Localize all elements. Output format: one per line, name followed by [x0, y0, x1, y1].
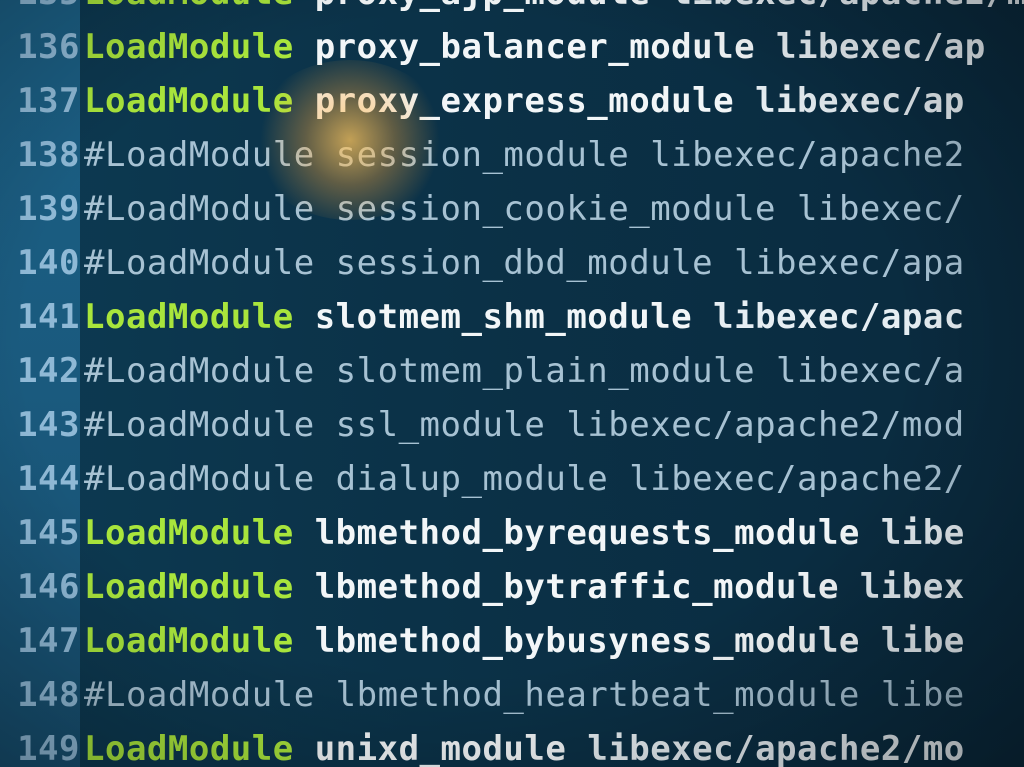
- code-line[interactable]: 149 LoadModule unixd_module libexec/apach…: [0, 722, 1024, 767]
- directive-keyword: LoadModule: [84, 81, 294, 121]
- module-path: libexec/apache2: [650, 135, 965, 175]
- code-line[interactable]: 141 LoadModule slotmem_shm_module libexec…: [0, 290, 1024, 344]
- code-line[interactable]: 139 #LoadModule session_cookie_module lib…: [0, 182, 1024, 236]
- module-path: libex: [859, 567, 965, 607]
- module-name: unixd_module: [314, 729, 567, 767]
- line-content: LoadModule proxy_ajp_module libexec/apac…: [84, 0, 1024, 20]
- line-content: #LoadModule lbmethod_heartbeat_module li…: [84, 668, 965, 722]
- directive-keyword: #LoadModule: [84, 405, 315, 445]
- module-path: libexec/apache2/mod_proxy_ajp.so: [671, 0, 1024, 13]
- line-content: LoadModule proxy_balancer_module libexec…: [84, 20, 986, 74]
- code-line[interactable]: 144 #LoadModule dialup_module libexec/apa…: [0, 452, 1024, 506]
- line-content: #LoadModule slotmem_plain_module libexec…: [84, 344, 965, 398]
- directive-keyword: LoadModule: [84, 513, 294, 553]
- line-number: 135: [0, 0, 80, 20]
- module-name: proxy_ajp_module: [315, 0, 651, 13]
- line-number: 136: [17, 27, 80, 67]
- code-editor-screen: 135LoadModule proxy_ajp_module libexec/a…: [0, 0, 1024, 767]
- directive-keyword: LoadModule: [84, 567, 294, 607]
- module-name: lbmethod_bybusyness_module: [314, 621, 860, 661]
- line-content: #LoadModule session_cookie_module libexe…: [84, 182, 965, 236]
- module-name: session_module: [335, 135, 630, 175]
- module-path: libexec/ap: [755, 81, 965, 121]
- line-number: 137: [17, 81, 80, 121]
- module-name: slotmem_shm_module: [314, 297, 693, 337]
- line-number: 138: [17, 135, 80, 175]
- module-name: lbmethod_byrequests_module: [314, 513, 860, 553]
- module-path: libexec/apache2/: [629, 459, 965, 499]
- code-lines: 135LoadModule proxy_ajp_module libexec/a…: [0, 0, 1024, 767]
- directive-keyword: LoadModule: [84, 0, 294, 13]
- line-number: 140: [17, 243, 80, 283]
- module-name: ssl_module: [335, 405, 546, 445]
- directive-keyword: LoadModule: [84, 729, 294, 767]
- code-line[interactable]: 138 #LoadModule session_module libexec/ap…: [0, 128, 1024, 182]
- module-path: libexec/ap: [776, 27, 986, 67]
- line-number: 149: [17, 729, 80, 767]
- code-line[interactable]: 147 LoadModule lbmethod_bybusyness_module…: [0, 614, 1024, 668]
- module-path: libe: [880, 621, 965, 661]
- line-content: #LoadModule session_dbd_module libexec/a…: [84, 236, 965, 290]
- code-line[interactable]: 146 LoadModule lbmethod_bytraffic_module …: [0, 560, 1024, 614]
- code-line[interactable]: 135LoadModule proxy_ajp_module libexec/a…: [0, 0, 1024, 20]
- module-path: libexec/apache2/mod: [566, 405, 965, 445]
- line-content: LoadModule lbmethod_byrequests_module li…: [84, 506, 965, 560]
- line-number: 145: [17, 513, 80, 553]
- line-content: #LoadModule session_module libexec/apach…: [84, 128, 965, 182]
- code-line[interactable]: 148 #LoadModule lbmethod_heartbeat_module…: [0, 668, 1024, 722]
- module-name: proxy_balancer_module: [314, 27, 756, 67]
- directive-keyword: #LoadModule: [84, 459, 315, 499]
- code-line[interactable]: 145 LoadModule lbmethod_byrequests_module…: [0, 506, 1024, 560]
- module-name: lbmethod_bytraffic_module: [314, 567, 839, 607]
- line-content: LoadModule slotmem_shm_module libexec/ap…: [84, 290, 965, 344]
- directive-keyword: #LoadModule: [84, 243, 315, 283]
- line-content: LoadModule lbmethod_bytraffic_module lib…: [84, 560, 965, 614]
- line-number: 139: [17, 189, 80, 229]
- directive-keyword: LoadModule: [84, 27, 294, 67]
- code-line[interactable]: 140 #LoadModule session_dbd_module libexe…: [0, 236, 1024, 290]
- line-number: 143: [17, 405, 80, 445]
- directive-keyword: #LoadModule: [84, 351, 315, 391]
- module-path: libexec/apa: [734, 243, 965, 283]
- module-path: libe: [880, 675, 965, 715]
- module-path: libexec/: [797, 189, 965, 229]
- module-name: proxy_express_module: [314, 81, 735, 121]
- directive-keyword: #LoadModule: [84, 189, 315, 229]
- directive-keyword: LoadModule: [84, 621, 294, 661]
- module-path: libexec/apache2/mo: [587, 729, 965, 767]
- line-number: 144: [17, 459, 80, 499]
- code-line[interactable]: 136 LoadModule proxy_balancer_module libe…: [0, 20, 1024, 74]
- code-line[interactable]: 142 #LoadModule slotmem_plain_module libe…: [0, 344, 1024, 398]
- line-number: 148: [17, 675, 80, 715]
- module-name: session_cookie_module: [335, 189, 777, 229]
- module-name: slotmem_plain_module: [335, 351, 756, 391]
- line-number: 146: [17, 567, 80, 607]
- line-content: LoadModule proxy_express_module libexec/…: [84, 74, 965, 128]
- module-name: session_dbd_module: [335, 243, 714, 283]
- directive-keyword: #LoadModule: [84, 135, 315, 175]
- line-number: 141: [17, 297, 80, 337]
- line-content: LoadModule lbmethod_bybusyness_module li…: [84, 614, 965, 668]
- line-number: 147: [17, 621, 80, 661]
- module-path: libexec/a: [776, 351, 965, 391]
- line-content: #LoadModule dialup_module libexec/apache…: [84, 452, 965, 506]
- line-content: #LoadModule ssl_module libexec/apache2/m…: [84, 398, 965, 452]
- directive-keyword: #LoadModule: [84, 675, 315, 715]
- line-content: LoadModule unixd_module libexec/apache2/…: [84, 722, 965, 767]
- module-path: libe: [880, 513, 965, 553]
- module-path: libexec/apac: [713, 297, 965, 337]
- line-number: 142: [17, 351, 80, 391]
- code-line[interactable]: 143 #LoadModule ssl_module libexec/apache…: [0, 398, 1024, 452]
- code-line[interactable]: 137 LoadModule proxy_express_module libex…: [0, 74, 1024, 128]
- module-name: dialup_module: [335, 459, 609, 499]
- directive-keyword: LoadModule: [84, 297, 294, 337]
- module-name: lbmethod_heartbeat_module: [335, 675, 860, 715]
